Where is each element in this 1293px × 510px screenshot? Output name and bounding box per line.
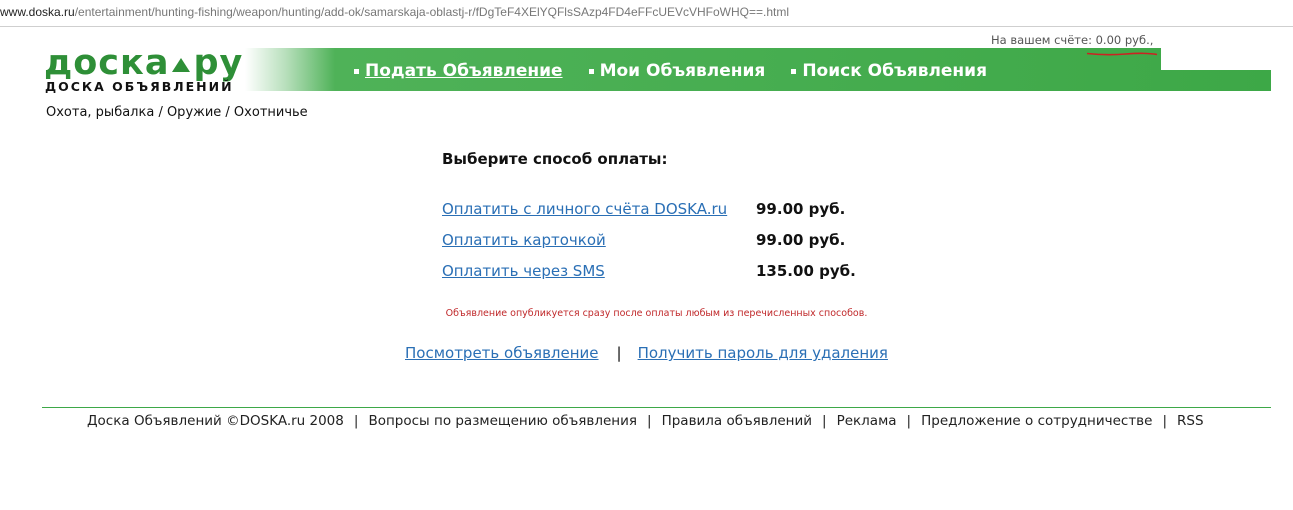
logo-subtitle: ДОСКА ОБЪЯВЛЕНИЙ	[45, 79, 234, 94]
nav-search-ads-label: Поиск Объявления	[802, 61, 988, 81]
logo-triangle-icon	[172, 58, 191, 72]
url-host: www.doska.ru	[0, 5, 75, 19]
main-nav: Подать Объявление Мои Объявления Поиск О…	[354, 59, 1013, 83]
footer-separator: |	[353, 413, 359, 429]
balance-label: На вашем счёте:	[991, 33, 1092, 47]
payment-option-account: Оплатить с личного счёта DOSKA.ru 99.00 …	[442, 200, 882, 224]
pay-account-link[interactable]: Оплатить с личного счёта DOSKA.ru	[442, 200, 727, 218]
nav-my-ads-label: Мои Объявления	[599, 61, 766, 81]
pay-sms-link[interactable]: Оплатить через SMS	[442, 262, 605, 280]
footer-separator: |	[647, 413, 652, 429]
red-underline-annotation	[1086, 52, 1158, 56]
pay-card-price: 99.00 руб.	[756, 231, 846, 249]
header-notch	[1161, 48, 1271, 70]
url-path: /entertainment/hunting-fishing/weapon/hu…	[74, 5, 790, 19]
logo-left-text: доска	[44, 43, 170, 83]
pay-sms-price: 135.00 руб.	[756, 262, 856, 280]
pay-account-price: 99.00 руб.	[756, 200, 846, 218]
payment-title: Выберите способ оплаты:	[442, 150, 668, 168]
bullet-icon	[588, 68, 594, 74]
nav-post-ad-label: Подать Объявление	[365, 61, 563, 81]
footer-separator: |	[1162, 413, 1168, 429]
balance-value: 0.00 руб.,	[1095, 33, 1154, 47]
nav-search-ads[interactable]: Поиск Объявления	[791, 61, 987, 81]
footer-separator: |	[906, 413, 912, 429]
publish-notice: Объявление опубликуется сразу после опла…	[445, 308, 868, 319]
address-bar[interactable]: www.doska.ru/entertainment/hunting-fishi…	[0, 0, 1293, 27]
footer-link-cooperation[interactable]: Предложение о сотрудничестве	[921, 413, 1152, 429]
nav-post-ad[interactable]: Подать Объявление	[354, 61, 563, 81]
payment-option-sms: Оплатить через SMS 135.00 руб.	[442, 262, 882, 286]
footer-link-rules[interactable]: Правила объявлений	[662, 413, 812, 429]
view-ad-link[interactable]: Посмотреть объявление	[405, 344, 599, 362]
footer-copyright: Доска Объявлений ©DOSKA.ru 2008	[87, 413, 344, 429]
footer-link-rss[interactable]: RSS	[1177, 413, 1204, 429]
get-delete-password-link[interactable]: Получить пароль для удаления	[638, 344, 888, 362]
nav-my-ads[interactable]: Мои Объявления	[588, 61, 766, 81]
breadcrumb: Охота, рыбалка / Оружие / Охотничье	[46, 105, 308, 120]
logo-right-text: ру	[193, 43, 244, 83]
ad-actions: Посмотреть объявление | Получить пароль …	[405, 344, 888, 362]
actions-separator: |	[616, 344, 622, 362]
footer-link-advertising[interactable]: Реклама	[837, 413, 897, 429]
footer: Доска Объявлений ©DOSKA.ru 2008 | Вопрос…	[87, 413, 1204, 429]
bullet-icon	[791, 68, 797, 74]
logo-wordmark: доска ру	[44, 44, 243, 82]
account-balance: На вашем счёте: 0.00 руб.,	[991, 33, 1158, 56]
payment-option-card: Оплатить карточкой 99.00 руб.	[442, 231, 882, 255]
bullet-icon	[354, 68, 359, 74]
footer-divider	[42, 407, 1271, 408]
footer-separator: |	[822, 413, 827, 429]
footer-link-posting-questions[interactable]: Вопросы по размещению объявления	[368, 413, 637, 429]
pay-card-link[interactable]: Оплатить карточкой	[442, 231, 606, 249]
site-logo[interactable]: доска ру ДОСКА ОБЪЯВЛЕНИЙ	[44, 44, 249, 94]
